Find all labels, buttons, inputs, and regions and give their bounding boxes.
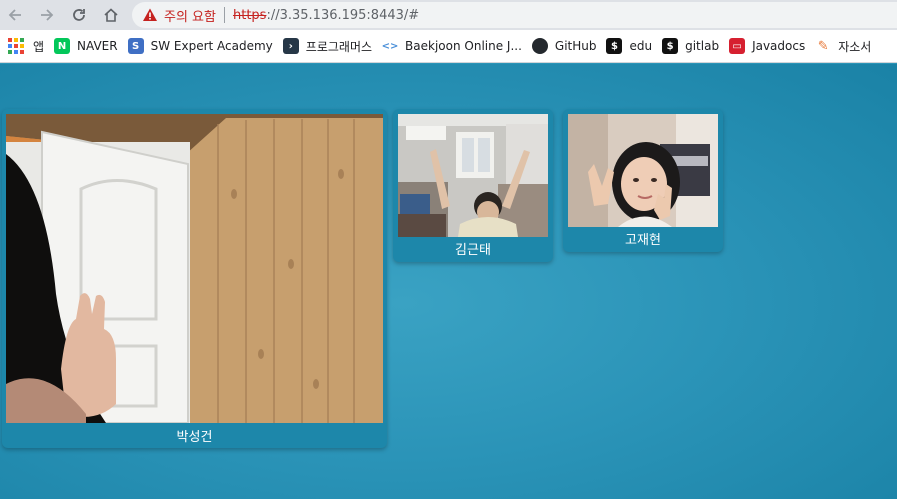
reload-button[interactable]	[68, 4, 90, 26]
bookmark-programmers[interactable]: › 프로그래머스	[281, 34, 380, 58]
bookmark-label: Baekjoon Online J...	[405, 39, 522, 53]
programmers-icon: ›	[282, 38, 299, 54]
back-button[interactable]	[4, 4, 26, 26]
javadocs-icon: ▭	[729, 38, 746, 54]
participant-name: 박성건	[176, 430, 213, 445]
participant-video-feed	[398, 114, 548, 237]
bookmark-label: 프로그래머스	[305, 39, 373, 54]
code-brackets-icon: <>	[381, 40, 399, 52]
participant-video-feed	[6, 114, 383, 423]
video-frame-image	[398, 114, 548, 237]
participant-video-feed	[568, 114, 718, 227]
address-divider	[223, 7, 225, 23]
bookmark-label: GitHub	[554, 39, 597, 53]
bookmarks-bar: 앱 N NAVER S SW Expert Academy › 프로그래머스 <…	[0, 30, 897, 63]
bookmark-label: 자소서	[838, 39, 872, 54]
video-frame-image	[6, 114, 383, 423]
swea-icon: S	[127, 38, 144, 54]
pencil-icon: ✎	[817, 38, 829, 54]
apps-grid-icon	[8, 38, 24, 54]
participant-tile-3[interactable]: 고재현	[563, 109, 723, 252]
bookmark-gitlab[interactable]: $ gitlab	[660, 34, 727, 58]
participant-tile-main[interactable]: 박성건	[2, 109, 387, 448]
bookmark-baekjoon[interactable]: <> Baekjoon Online J...	[380, 34, 530, 58]
address-bar[interactable]: 주의 요함 https://3.35.136.195:8443/#	[132, 2, 897, 28]
forward-button[interactable]	[36, 4, 58, 26]
url-text[interactable]: https://3.35.136.195:8443/#	[233, 8, 419, 23]
home-button[interactable]	[100, 4, 122, 26]
arrow-right-icon	[41, 9, 54, 21]
participant-tile-2[interactable]: 김근태	[393, 109, 553, 262]
warning-triangle-icon[interactable]	[142, 7, 158, 23]
arrow-left-icon	[8, 9, 21, 21]
bookmark-label: gitlab	[685, 39, 720, 53]
reload-icon	[73, 9, 85, 21]
bookmark-swea[interactable]: S SW Expert Academy	[126, 34, 281, 58]
bookmark-github[interactable]: GitHub	[530, 34, 605, 58]
home-icon	[104, 8, 118, 22]
browser-toolbar: 주의 요함 https://3.35.136.195:8443/#	[0, 0, 897, 30]
gitlab-icon: $	[662, 38, 679, 54]
participant-name: 김근태	[455, 243, 491, 258]
bookmark-apps[interactable]: 앱	[6, 34, 52, 58]
security-warning[interactable]: 주의 요함	[164, 6, 216, 25]
url-host: ://3.35.136.195:8443/#	[266, 7, 420, 23]
video-frame-image	[568, 114, 718, 227]
participant-name: 고재현	[625, 233, 661, 248]
bookmark-label: SW Expert Academy	[150, 39, 273, 53]
bookmark-edu[interactable]: $ edu	[604, 34, 660, 58]
bookmark-naver[interactable]: N NAVER	[52, 34, 126, 58]
bookmark-javadocs[interactable]: ▭ Javadocs	[727, 34, 813, 58]
bookmark-label: Javadocs	[752, 39, 806, 53]
naver-icon: N	[54, 38, 71, 54]
bookmark-jasoseo[interactable]: ✎ 자소서	[813, 34, 879, 58]
bookmark-label: edu	[629, 39, 653, 53]
bookmark-label: NAVER	[77, 39, 118, 53]
url-scheme: https	[232, 7, 267, 23]
bookmark-label: 앱	[33, 39, 45, 54]
edu-icon: $	[606, 38, 623, 54]
video-conference-area: 박성건 김근태 고재현	[0, 64, 897, 499]
github-icon	[531, 38, 548, 54]
